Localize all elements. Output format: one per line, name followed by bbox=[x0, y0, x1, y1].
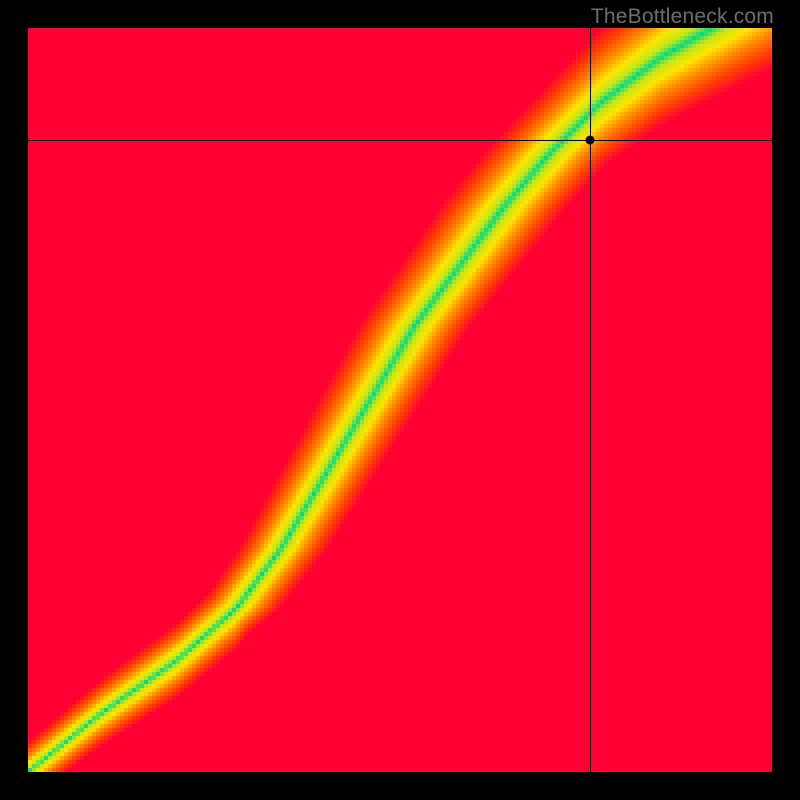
chart-container: TheBottleneck.com bbox=[0, 0, 800, 800]
marker-dot bbox=[586, 136, 595, 145]
crosshair-horizontal bbox=[28, 140, 772, 141]
watermark-text: TheBottleneck.com bbox=[591, 5, 774, 29]
